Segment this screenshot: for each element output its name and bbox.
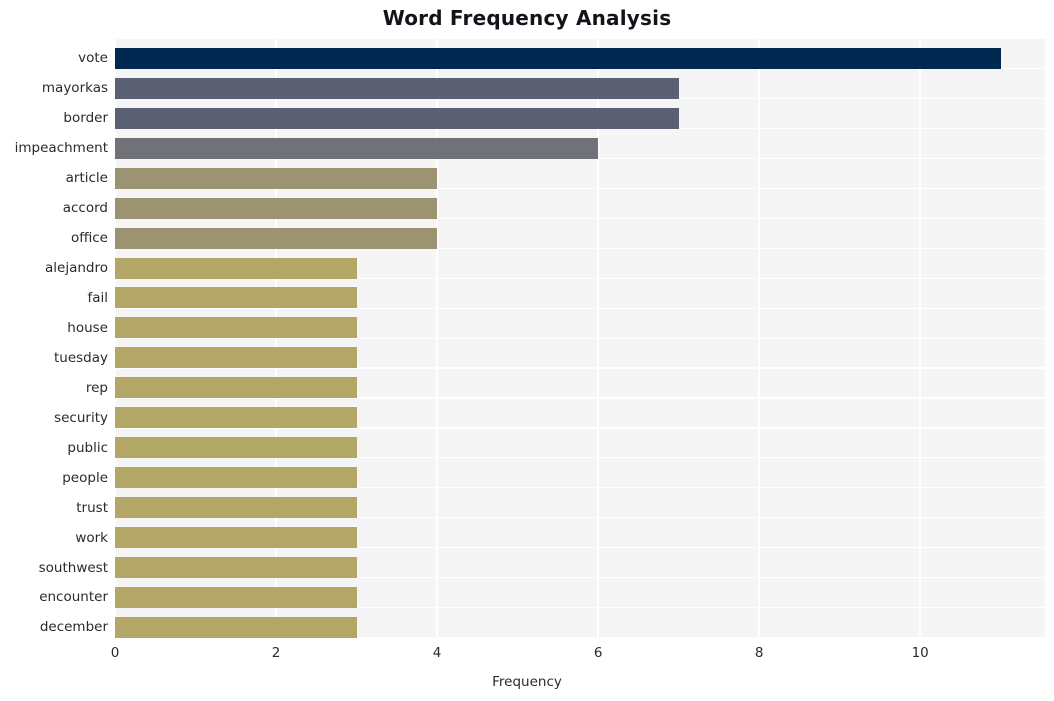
bar (115, 287, 357, 309)
word-frequency-chart-figure: Word Frequency Analysis vote mayorkas bord… (0, 0, 1054, 701)
bar (115, 317, 357, 339)
x-axis-tick-label: 0 (110, 645, 120, 661)
y-axis-tick-label: trust (76, 499, 108, 516)
y-axis-tick-label: december (39, 619, 108, 636)
bar (115, 197, 438, 219)
x-axis-tick-label: 6 (593, 645, 603, 661)
bar (115, 377, 357, 399)
bar (115, 467, 357, 489)
y-axis-tick-label: mayorkas (41, 80, 108, 97)
chart-title: Word Frequency Analysis (382, 6, 672, 30)
x-axis-tick-label: 8 (754, 645, 764, 661)
bar (115, 497, 357, 519)
y-axis-tick-label: article (65, 170, 108, 187)
y-axis-tick-label: public (67, 439, 108, 456)
y-axis-tick-label: southwest (38, 559, 108, 576)
y-axis-tick-label: fail (87, 289, 108, 306)
x-axis-tick-labels: 0 2 4 6 8 10 (0, 645, 1054, 667)
y-axis-tick-label: border (63, 110, 108, 127)
bar (115, 257, 357, 279)
bar (115, 437, 357, 459)
bar (115, 47, 1001, 69)
x-axis-label: Frequency (492, 674, 562, 690)
y-gridline (115, 38, 1045, 40)
bar (115, 586, 357, 608)
bar (115, 77, 679, 99)
y-axis-category-labels: vote mayorkas border impeachment article acco… (0, 38, 108, 637)
x-axis-tick-label: 4 (432, 645, 442, 661)
y-axis-tick-label: people (62, 469, 108, 486)
bar (115, 107, 679, 129)
y-axis-tick-label: office (70, 230, 108, 247)
y-axis-tick-label: impeachment (14, 140, 108, 157)
bar (115, 616, 357, 638)
bar (115, 407, 357, 429)
bar (115, 557, 357, 579)
y-axis-tick-label: accord (62, 200, 108, 217)
plot-area (114, 38, 1045, 639)
bar (115, 347, 357, 369)
y-axis-tick-label: security (54, 409, 108, 426)
y-axis-tick-label: tuesday (53, 349, 108, 366)
y-axis-tick-label: alejandro (45, 260, 108, 277)
bar (115, 167, 438, 189)
bar (115, 137, 599, 159)
x-axis-tick-label: 10 (911, 645, 929, 661)
y-axis-tick-label: vote (78, 50, 108, 67)
y-axis-tick-label: work (75, 529, 108, 546)
y-axis-tick-label: rep (85, 379, 108, 396)
y-axis-tick-label: encounter (39, 589, 108, 606)
bar (115, 527, 357, 549)
y-axis-tick-label: house (67, 319, 108, 336)
x-axis-tick-label: 2 (271, 645, 281, 661)
bar (115, 227, 438, 249)
